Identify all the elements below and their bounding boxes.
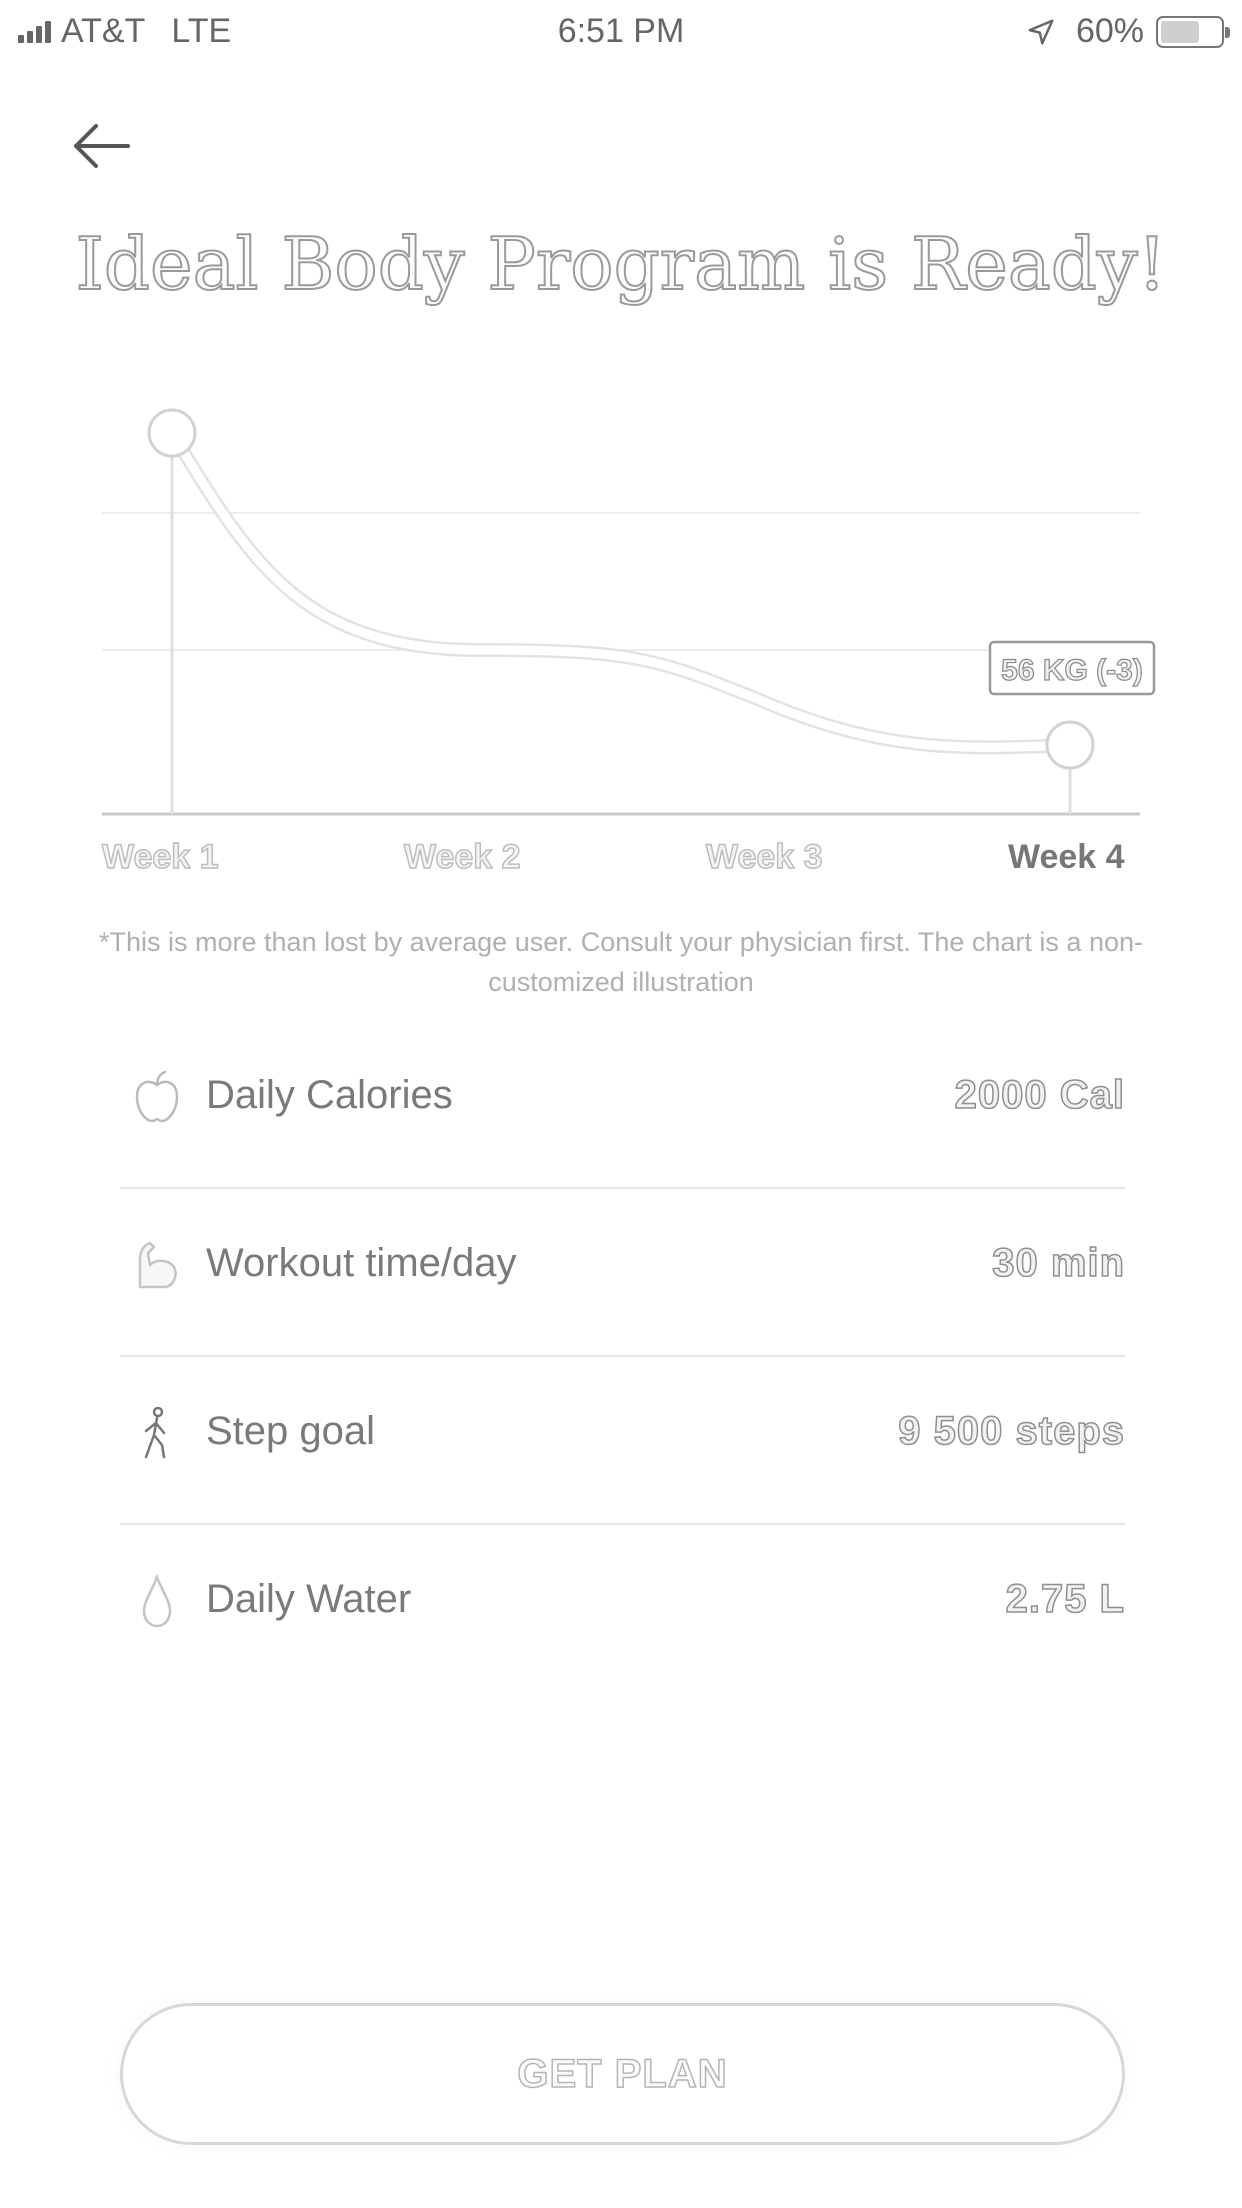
x-tick-week-1: Week 1	[101, 837, 219, 877]
walking-person-icon	[144, 1406, 166, 1459]
x-tick-week-2: Week 2	[403, 837, 521, 877]
battery-icon	[1156, 15, 1230, 48]
stat-value: 9 500 steps	[898, 1408, 1125, 1454]
series-line	[167, 428, 1075, 752]
get-plan-button-wrapper: GET PLAN	[120, 2003, 1125, 2145]
chart-disclaimer: *This is more than lost by average user.…	[99, 927, 1143, 997]
stat-row-daily-calories: Daily Calories 2000 Cal	[120, 1021, 1125, 1189]
location-arrow-icon	[1028, 19, 1054, 44]
apple-icon	[135, 1070, 179, 1123]
page-title: Ideal Body Program is Ready!	[74, 221, 1167, 307]
status-bar-right: 60%	[1026, 12, 1230, 51]
stat-value: 2000 Cal	[954, 1072, 1125, 1118]
end-point	[1045, 720, 1095, 770]
status-bar: AT&T LTE 6:51 PM 60%	[0, 0, 1242, 62]
start-point	[147, 408, 197, 458]
stat-row-workout-time: Workout time/day 30 min	[120, 1189, 1125, 1357]
stat-label: Step goal	[206, 1409, 376, 1453]
stat-label: Workout time/day	[206, 1241, 517, 1285]
x-tick-week-3: Week 3	[705, 837, 823, 877]
series-line-outline	[165, 426, 1077, 755]
get-plan-button-label: GET PLAN	[517, 2051, 728, 2097]
stat-row-step-goal: Step goal 9 500 steps	[120, 1357, 1125, 1525]
flexed-bicep-icon	[138, 1241, 177, 1289]
weight-chart: 56 KG (-3)	[102, 408, 1156, 816]
end-value-label: 56 KG (-3)	[1001, 654, 1143, 687]
stat-label: Daily Calories	[206, 1073, 453, 1117]
stat-value: 2.75 L	[1005, 1576, 1125, 1622]
water-drop-icon	[142, 1573, 172, 1628]
stat-row-daily-water: Daily Water 2.75 L	[120, 1525, 1125, 1693]
battery-percent: 60%	[1075, 12, 1144, 50]
back-arrow-icon[interactable]	[70, 118, 134, 174]
x-tick-week-4: Week 4	[1008, 838, 1125, 876]
stat-value: 30 min	[992, 1240, 1125, 1286]
stat-label: Daily Water	[206, 1577, 412, 1621]
get-plan-button[interactable]: GET PLAN	[120, 2003, 1125, 2145]
